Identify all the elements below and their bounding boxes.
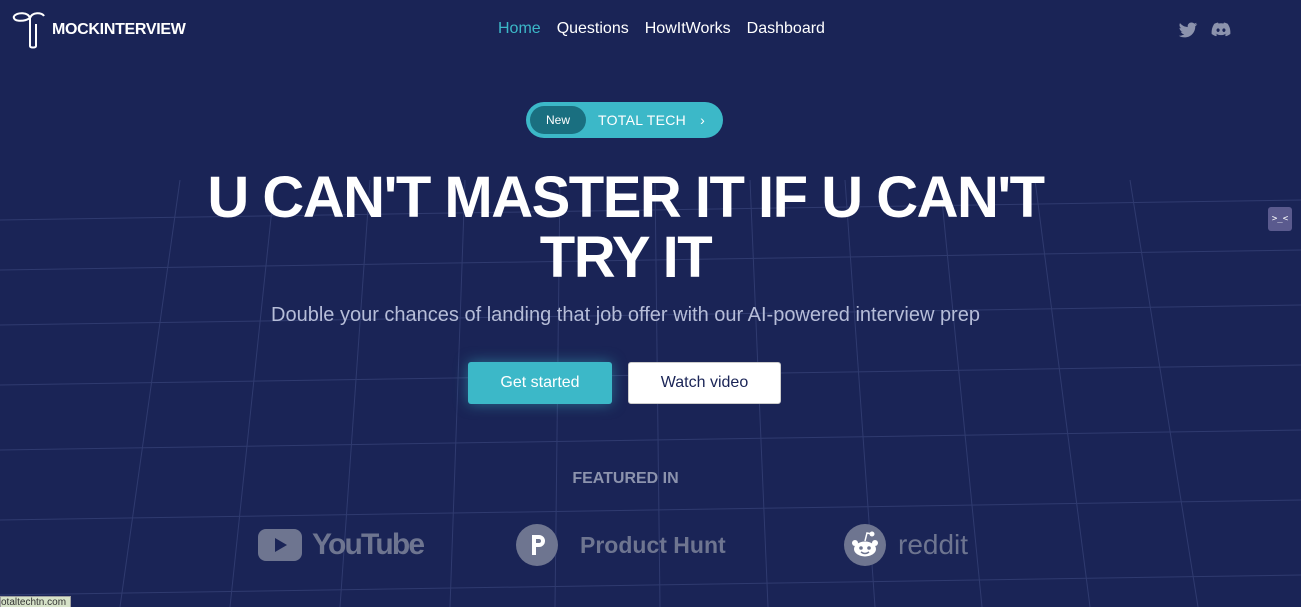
announcement-badge[interactable]: New TOTAL TECH ›: [526, 102, 723, 138]
nav-questions[interactable]: Questions: [557, 20, 629, 38]
landing-page: MOCKINTERVIEW Home Questions HowItWorks …: [0, 0, 1301, 607]
social-links: [1178, 20, 1231, 40]
hero-headline-line2: TRY IT: [539, 225, 713, 290]
get-started-button[interactable]: Get started: [468, 362, 612, 404]
badge-label: TOTAL TECH: [598, 112, 687, 128]
twitter-icon[interactable]: [1178, 20, 1198, 40]
producthunt-logo[interactable]: Product Hunt: [516, 524, 726, 566]
producthunt-icon: [516, 524, 558, 566]
reddit-icon: [844, 524, 886, 566]
nav-dashboard[interactable]: Dashboard: [747, 20, 825, 38]
logo-text: MOCKINTERVIEW: [52, 21, 186, 38]
badge-new-tag: New: [530, 106, 587, 134]
nav-home[interactable]: Home: [498, 20, 541, 38]
hero-headline: U CAN'T MASTER IT IF U CAN'T TRY IT: [0, 168, 1251, 288]
status-bar-url: otaltechtn.com: [0, 596, 72, 607]
youtube-logo[interactable]: YouTube: [258, 528, 425, 562]
reddit-logo[interactable]: reddit: [844, 524, 968, 566]
main-nav: Home Questions HowItWorks Dashboard: [498, 20, 825, 38]
logo-icon: [12, 12, 45, 49]
hero-headline-line1: U CAN'T MASTER IT IF U CAN'T: [207, 165, 1045, 230]
floating-widget[interactable]: >_<: [1268, 207, 1292, 231]
chevron-right-icon: ›: [700, 112, 705, 128]
youtube-icon: [258, 529, 302, 561]
featured-title: FEATURED IN: [572, 470, 679, 487]
discord-icon[interactable]: [1210, 20, 1231, 40]
site-logo[interactable]: MOCKINTERVIEW: [10, 10, 186, 50]
producthunt-text: Product Hunt: [580, 531, 726, 558]
nav-howitworks[interactable]: HowItWorks: [645, 20, 731, 38]
watch-video-button[interactable]: Watch video: [628, 362, 781, 404]
hero-subtitle: Double your chances of landing that job …: [271, 304, 980, 326]
youtube-text: YouTube: [312, 528, 425, 561]
reddit-text: reddit: [898, 529, 969, 560]
